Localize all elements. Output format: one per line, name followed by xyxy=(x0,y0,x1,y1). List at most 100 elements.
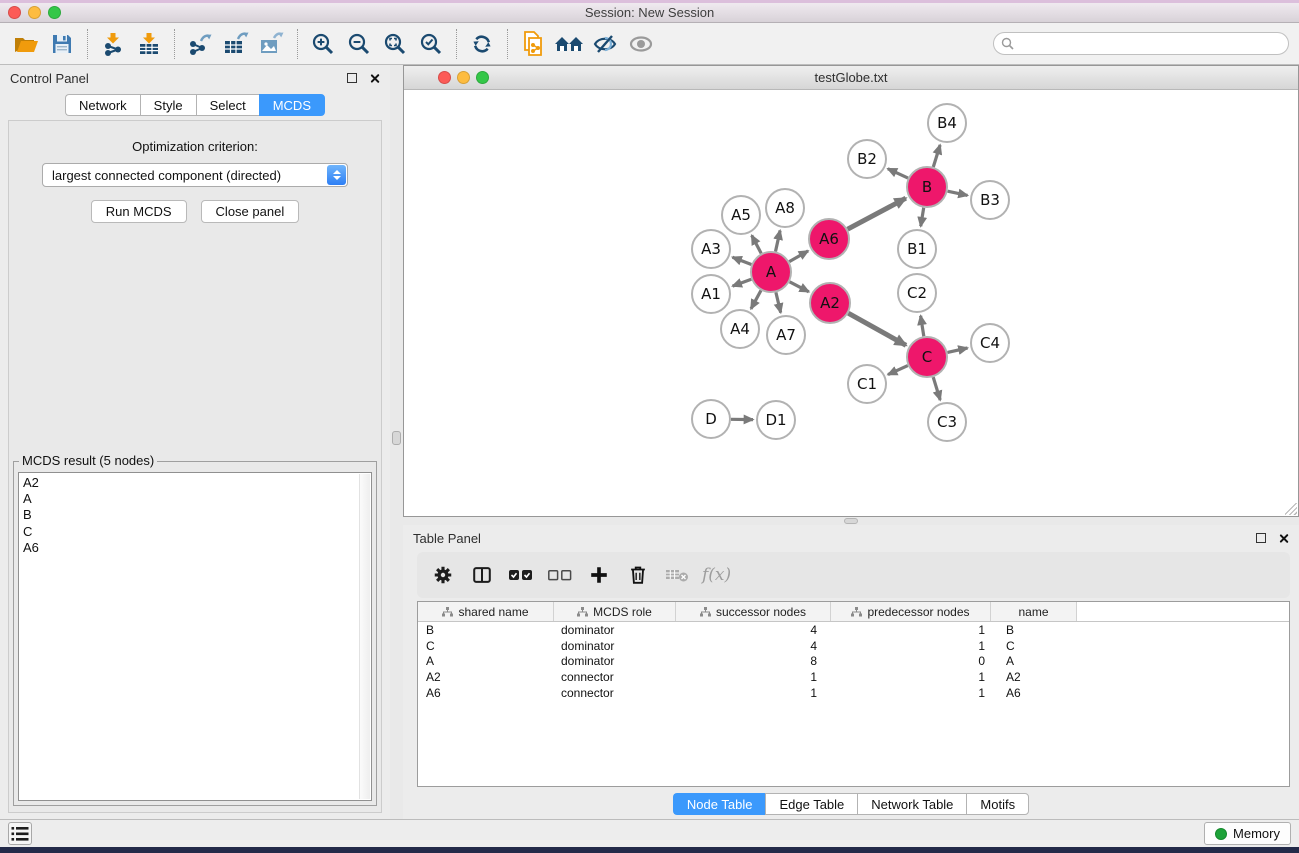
cell-shared-name[interactable]: B xyxy=(418,623,554,637)
tab-mcds[interactable]: MCDS xyxy=(259,94,325,116)
graph-edge-A2-C[interactable] xyxy=(848,313,906,345)
cell-mcds-role[interactable]: dominator xyxy=(554,654,676,668)
add-column-icon[interactable] xyxy=(585,560,612,590)
tab-node-table[interactable]: Node Table xyxy=(673,793,766,815)
select-all-icon[interactable] xyxy=(507,560,534,590)
cell-name[interactable]: A2 xyxy=(991,670,1077,684)
optimization-criterion-select[interactable]: largest connected component (directed) xyxy=(42,163,348,187)
divider-handle[interactable] xyxy=(392,431,401,445)
zoom-frame-button[interactable] xyxy=(476,71,489,84)
graph-edge-A-A5[interactable] xyxy=(752,235,762,253)
cell-mcds-role[interactable]: dominator xyxy=(554,623,676,637)
close-panel-button[interactable]: Close panel xyxy=(201,200,300,223)
graph-edge-A-A7[interactable] xyxy=(776,292,781,312)
cell-successor-nodes[interactable]: 8 xyxy=(676,654,831,668)
list-item[interactable]: C xyxy=(19,524,371,540)
minimize-frame-button[interactable] xyxy=(457,71,470,84)
save-session-icon[interactable] xyxy=(44,27,80,61)
cell-predecessor-nodes[interactable]: 1 xyxy=(831,639,991,653)
table-row[interactable]: C dominator 4 1 C xyxy=(418,638,1289,654)
cell-name[interactable]: A xyxy=(991,654,1077,668)
split-divider-horizontal[interactable] xyxy=(403,517,1299,525)
run-mcds-button[interactable]: Run MCDS xyxy=(91,200,187,223)
graph-node-A5[interactable]: A5 xyxy=(722,196,760,234)
table-row[interactable]: A2 connector 1 1 A2 xyxy=(418,669,1289,685)
column-header-name[interactable]: name xyxy=(991,602,1077,621)
open-session-icon[interactable] xyxy=(8,27,44,61)
cell-mcds-role[interactable]: dominator xyxy=(554,639,676,653)
list-item[interactable]: A xyxy=(19,491,371,507)
graph-node-B3[interactable]: B3 xyxy=(971,181,1009,219)
list-item[interactable]: A2 xyxy=(19,475,371,491)
graph-edge-A-A1[interactable] xyxy=(733,279,752,286)
cell-shared-name[interactable]: A2 xyxy=(418,670,554,684)
minimize-window-button[interactable] xyxy=(28,6,41,19)
graph-edge-A6-B[interactable] xyxy=(848,198,906,229)
graph-node-A7[interactable]: A7 xyxy=(767,316,805,354)
cell-predecessor-nodes[interactable]: 1 xyxy=(831,623,991,637)
graph-node-A3[interactable]: A3 xyxy=(692,230,730,268)
mcds-result-list[interactable]: A2 A B C A6 xyxy=(18,472,372,801)
graph-edge-B-B3[interactable] xyxy=(948,191,968,195)
graph-edge-C-C4[interactable] xyxy=(948,348,968,352)
import-network-icon[interactable] xyxy=(95,27,131,61)
graph-node-B2[interactable]: B2 xyxy=(848,140,886,178)
graph-node-A8[interactable]: A8 xyxy=(766,189,804,227)
graph-edge-A-A8[interactable] xyxy=(776,231,781,252)
import-table-icon[interactable] xyxy=(131,27,167,61)
graph-node-C4[interactable]: C4 xyxy=(971,324,1009,362)
graph-node-A4[interactable]: A4 xyxy=(721,310,759,348)
cell-predecessor-nodes[interactable]: 1 xyxy=(831,686,991,700)
table-row[interactable]: A6 connector 1 1 A6 xyxy=(418,685,1289,701)
graph-node-C2[interactable]: C2 xyxy=(898,274,936,312)
graph-edge-A-A4[interactable] xyxy=(751,290,761,308)
network-canvas[interactable]: A A1 A2 A3 A4 A5 A6 A7 A8 B xyxy=(404,90,1298,516)
refresh-layout-icon[interactable] xyxy=(464,27,500,61)
graph-edge-A-A6[interactable] xyxy=(789,251,808,262)
graph-node-D1[interactable]: D1 xyxy=(757,401,795,439)
cell-successor-nodes[interactable]: 1 xyxy=(676,686,831,700)
home-layout-icon[interactable] xyxy=(551,27,587,61)
divider-handle[interactable] xyxy=(844,518,858,524)
list-item[interactable]: A6 xyxy=(19,540,371,556)
close-panel-icon[interactable] xyxy=(369,73,380,84)
export-network-icon[interactable] xyxy=(182,27,218,61)
export-image-icon[interactable] xyxy=(254,27,290,61)
graph-node-A[interactable]: A xyxy=(751,252,791,292)
cell-shared-name[interactable]: A xyxy=(418,654,554,668)
column-header-mcds-role[interactable]: MCDS role xyxy=(554,602,676,621)
settings-gear-icon[interactable] xyxy=(429,560,456,590)
graph-node-B1[interactable]: B1 xyxy=(898,230,936,268)
search-input[interactable] xyxy=(1018,37,1288,51)
cell-shared-name[interactable]: C xyxy=(418,639,554,653)
column-header-successor-nodes[interactable]: successor nodes xyxy=(676,602,831,621)
float-panel-icon[interactable] xyxy=(347,73,357,83)
graph-edge-A-A3[interactable] xyxy=(733,257,752,264)
column-view-icon[interactable] xyxy=(468,560,495,590)
tab-edge-table[interactable]: Edge Table xyxy=(765,793,857,815)
graph-node-A1[interactable]: A1 xyxy=(692,275,730,313)
graph-edge-A-A2[interactable] xyxy=(790,282,809,292)
cell-name[interactable]: B xyxy=(991,623,1077,637)
graph-edge-C-C2[interactable] xyxy=(921,316,924,337)
node-table[interactable]: shared name MCDS role successor nodes xyxy=(417,601,1290,787)
split-divider-vertical[interactable] xyxy=(390,65,403,819)
cell-mcds-role[interactable]: connector xyxy=(554,670,676,684)
zoom-window-button[interactable] xyxy=(48,6,61,19)
float-panel-icon[interactable] xyxy=(1256,533,1266,543)
scrollbar-track[interactable] xyxy=(359,474,370,799)
column-header-predecessor-nodes[interactable]: predecessor nodes xyxy=(831,602,991,621)
tab-network[interactable]: Network xyxy=(65,94,140,116)
graph-node-C[interactable]: C xyxy=(907,337,947,377)
cell-predecessor-nodes[interactable]: 1 xyxy=(831,670,991,684)
list-item[interactable]: B xyxy=(19,507,371,523)
network-frame-titlebar[interactable]: testGlobe.txt xyxy=(404,66,1298,90)
cell-successor-nodes[interactable]: 1 xyxy=(676,670,831,684)
graph-node-C3[interactable]: C3 xyxy=(928,403,966,441)
search-box[interactable] xyxy=(993,32,1289,55)
export-table-icon[interactable] xyxy=(218,27,254,61)
show-hide-graphics-icon[interactable] xyxy=(587,27,623,61)
graph-node-A6[interactable]: A6 xyxy=(809,219,849,259)
clone-network-icon[interactable] xyxy=(515,27,551,61)
zoom-fit-icon[interactable] xyxy=(377,27,413,61)
